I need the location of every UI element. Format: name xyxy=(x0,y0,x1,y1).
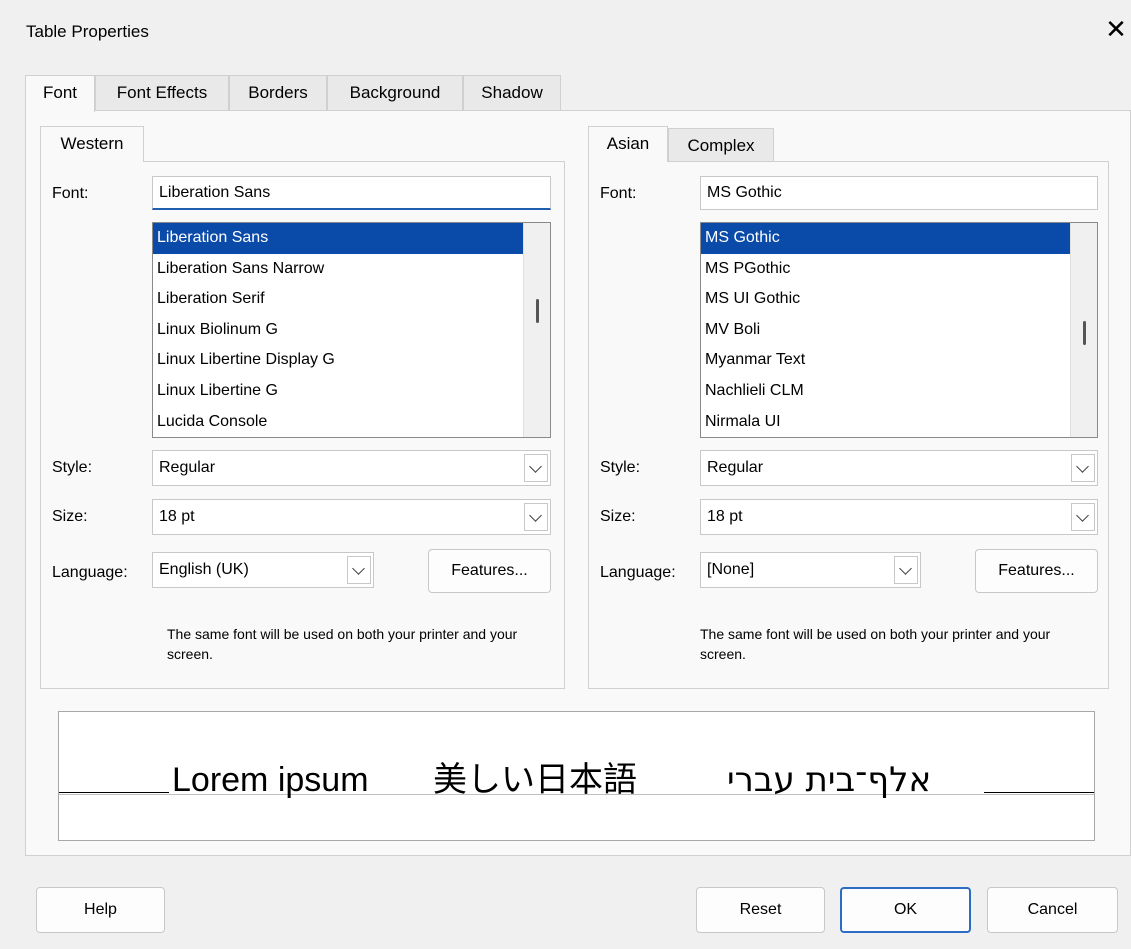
chevron-down-icon[interactable] xyxy=(1071,454,1095,482)
asian-language-label: Language: xyxy=(600,564,676,581)
asian-language-select[interactable]: [None] xyxy=(700,552,921,588)
western-features-button[interactable]: Features... xyxy=(428,549,551,593)
asian-font-label: Font: xyxy=(600,185,637,202)
cancel-button[interactable]: Cancel xyxy=(987,887,1118,933)
asian-style-label: Style: xyxy=(600,459,641,476)
preview-hebrew-text: אלף־בית עברי xyxy=(727,760,932,800)
preview-latin-text: Lorem ipsum xyxy=(172,761,369,799)
western-font-note: The same font will be used on both your … xyxy=(167,626,518,662)
reset-button[interactable]: Reset xyxy=(696,887,825,933)
list-item[interactable]: Linux Libertine Display G xyxy=(153,345,550,376)
tab-complex[interactable]: Complex xyxy=(668,128,774,162)
list-item[interactable]: Myanmar Text xyxy=(701,345,1097,376)
tab-borders[interactable]: Borders xyxy=(229,75,327,111)
list-item[interactable]: Linux Biolinum G xyxy=(153,315,550,346)
list-item[interactable]: Nachlieli CLM xyxy=(701,376,1097,407)
list-item[interactable]: Nirmala UI xyxy=(701,407,1097,437)
list-item[interactable]: MS Gothic xyxy=(701,223,1071,254)
asian-style-select[interactable]: Regular xyxy=(700,450,1098,486)
font-preview: Lorem ipsum 美しい日本語 אלף־בית עברי xyxy=(58,711,1095,841)
list-item[interactable]: Liberation Sans xyxy=(153,223,524,254)
western-size-select[interactable]: 18 pt xyxy=(152,499,551,535)
list-item[interactable]: MS PGothic xyxy=(701,254,1097,285)
tab-font[interactable]: Font xyxy=(25,75,95,112)
tab-font-effects[interactable]: Font Effects xyxy=(95,75,229,111)
asian-style-value: Regular xyxy=(707,459,764,476)
asian-list-scrollbar[interactable] xyxy=(1070,223,1097,437)
tab-shadow[interactable]: Shadow xyxy=(463,75,561,111)
list-item[interactable]: Linux Libertine G xyxy=(153,376,550,407)
ok-button[interactable]: OK xyxy=(840,887,971,933)
western-font-list[interactable]: Liberation Sans Liberation Sans Narrow L… xyxy=(152,222,551,438)
western-style-label: Style: xyxy=(52,459,93,476)
list-item[interactable]: MS UI Gothic xyxy=(701,284,1097,315)
western-language-label: Language: xyxy=(52,564,128,581)
western-font-label: Font: xyxy=(52,185,89,202)
chevron-down-icon[interactable] xyxy=(894,556,918,584)
asian-font-list[interactable]: MS Gothic MS PGothic MS UI Gothic MV Bol… xyxy=(700,222,1098,438)
list-item[interactable]: Lucida Console xyxy=(153,407,550,437)
chevron-down-icon[interactable] xyxy=(524,454,548,482)
asian-size-select[interactable]: 18 pt xyxy=(700,499,1098,535)
asian-features-button[interactable]: Features... xyxy=(975,549,1098,593)
asian-size-value: 18 pt xyxy=(707,508,743,525)
chevron-down-icon[interactable] xyxy=(1071,503,1095,531)
western-style-value: Regular xyxy=(159,459,216,476)
scrollbar-thumb[interactable] xyxy=(536,299,539,323)
preview-japanese-text: 美しい日本語 xyxy=(433,760,637,800)
list-item[interactable]: Liberation Serif xyxy=(153,284,550,315)
list-item[interactable]: Liberation Sans Narrow xyxy=(153,254,550,285)
baseline-left xyxy=(59,792,169,793)
list-item[interactable]: MV Boli xyxy=(701,315,1097,346)
asian-size-label: Size: xyxy=(600,508,636,525)
western-size-value: 18 pt xyxy=(159,508,195,525)
western-list-scrollbar[interactable] xyxy=(523,223,550,437)
tab-western[interactable]: Western xyxy=(40,126,144,162)
help-button[interactable]: Help xyxy=(36,887,165,933)
baseline-right xyxy=(984,792,1094,793)
chevron-down-icon[interactable] xyxy=(524,503,548,531)
western-style-select[interactable]: Regular xyxy=(152,450,551,486)
asian-language-value: [None] xyxy=(707,561,755,578)
western-language-select[interactable]: English (UK) xyxy=(152,552,374,588)
asian-font-input[interactable]: MS Gothic xyxy=(700,176,1098,210)
chevron-down-icon[interactable] xyxy=(347,556,371,584)
western-language-value: English (UK) xyxy=(159,561,249,578)
dialog-title: Table Properties xyxy=(26,22,149,41)
scrollbar-thumb[interactable] xyxy=(1083,321,1086,345)
western-size-label: Size: xyxy=(52,508,88,525)
tab-background[interactable]: Background xyxy=(327,75,463,111)
western-font-input[interactable]: Liberation Sans xyxy=(152,176,551,210)
asian-font-note: The same font will be used on both your … xyxy=(700,626,1051,662)
close-icon[interactable]: ✕ xyxy=(1104,14,1128,44)
tab-asian[interactable]: Asian xyxy=(588,126,668,162)
